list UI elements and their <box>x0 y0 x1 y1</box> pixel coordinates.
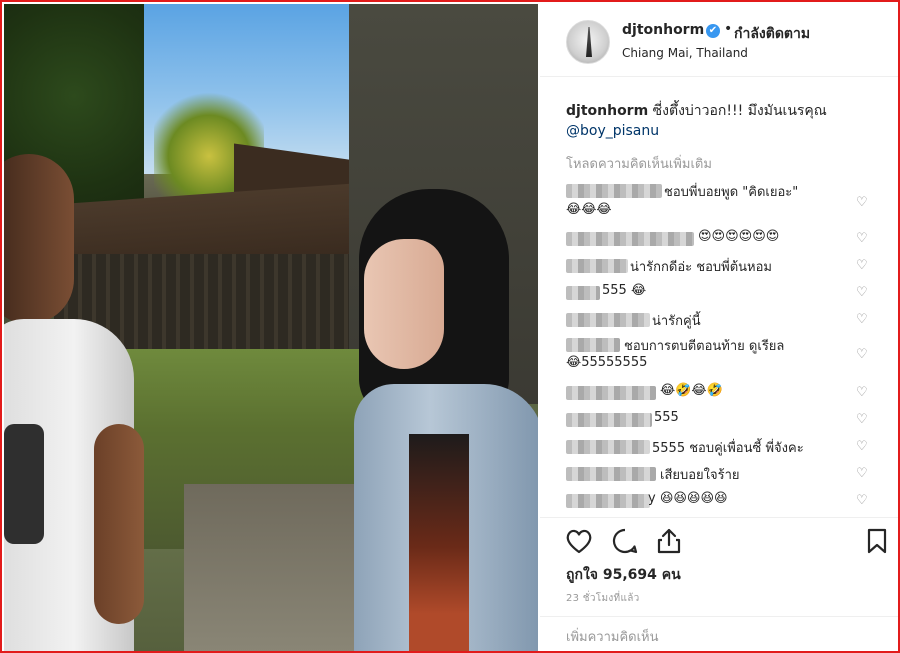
comment-row: น่ารักกดีอ่ะ ชอบพี่ต้นหอม ♡ <box>540 256 898 282</box>
comment-like-heart-icon[interactable]: ♡ <box>856 231 868 246</box>
comment-text: y 😆😆😆😆😆 <box>648 491 728 506</box>
comment-row: 555 😂 ♡ <box>540 283 898 309</box>
comment-row: 😂🤣😂🤣 ♡ <box>540 383 898 409</box>
comments-list[interactable]: djtonhorm ซี่งตึ้งบ่าวอก!!! มึงมันเนรคุณ… <box>540 77 898 517</box>
following-button[interactable]: กำลังติดตาม <box>734 23 810 45</box>
media-man-arm <box>94 424 144 624</box>
comment-like-heart-icon[interactable]: ♡ <box>856 493 868 508</box>
post-header: djtonhorm ✔ • กำลังติดตาม Chiang Mai, Th… <box>540 4 898 77</box>
comment-like-heart-icon[interactable]: ♡ <box>856 347 868 362</box>
comment-like-heart-icon[interactable]: ♡ <box>856 195 868 210</box>
comment-text: 😍😍😍😍😍😍 <box>698 229 780 244</box>
likes-count[interactable]: ถูกใจ 95,694 คน <box>566 564 681 586</box>
comment-row: 5555 ชอบคู่เพื่อนซี้ พี่จังคะ ♡ <box>540 437 898 463</box>
media-woman-face <box>364 239 444 369</box>
blurred-username <box>566 338 620 352</box>
screenshot-frame: djtonhorm ✔ • กำลังติดตาม Chiang Mai, Th… <box>0 0 900 653</box>
caption-mention[interactable]: @boy_pisanu <box>566 123 659 139</box>
add-comment-bar <box>540 616 898 651</box>
comment-text: ชอบการตบตีตอนท้าย ดูเรียล <box>624 339 785 354</box>
caption-text: ซี่งตึ้งบ่าวอก!!! มึงมันเนรคุณ <box>652 103 827 119</box>
blurred-username <box>566 232 694 246</box>
comment-row: 555 ♡ <box>540 410 898 436</box>
post-panel: djtonhorm ✔ • กำลังติดตาม Chiang Mai, Th… <box>540 4 898 651</box>
location-link[interactable]: Chiang Mai, Thailand <box>622 46 748 60</box>
caption-username[interactable]: djtonhorm <box>566 103 648 119</box>
post-timestamp[interactable]: 23 ชั่วโมงที่แล้ว <box>566 591 640 606</box>
post-caption: djtonhorm ซี่งตึ้งบ่าวอก!!! มึงมันเนรคุณ… <box>566 101 886 141</box>
blurred-username <box>566 467 656 481</box>
username-link[interactable]: djtonhorm <box>622 22 704 38</box>
comment-row: เสียบอยใจร้าย ♡ <box>540 464 898 490</box>
add-comment-input[interactable] <box>564 625 868 649</box>
bookmark-icon[interactable] <box>862 526 892 556</box>
eiffel-tower-icon <box>586 27 592 57</box>
blurred-username <box>566 413 652 427</box>
comment-row: 😍😍😍😍😍😍 ♡ <box>540 229 898 255</box>
blurred-username <box>566 313 650 327</box>
blurred-username <box>566 259 628 273</box>
comment-text: ชอบพี่บอยพูด "คิดเยอะ" <box>664 185 799 200</box>
media-woman-shirt <box>409 434 469 651</box>
share-icon[interactable] <box>654 526 684 556</box>
separator-dot: • <box>724 21 733 37</box>
action-bar <box>540 517 898 566</box>
comment-like-heart-icon[interactable]: ♡ <box>856 412 868 427</box>
comment-like-heart-icon[interactable]: ♡ <box>856 439 868 454</box>
comment-row: y 😆😆😆😆😆 ♡ <box>540 491 898 517</box>
comment-text: น่ารักกดีอ่ะ ชอบพี่ต้นหอม <box>630 260 773 275</box>
blurred-username <box>566 286 600 300</box>
comment-like-heart-icon[interactable]: ♡ <box>856 258 868 273</box>
blurred-username <box>566 494 650 508</box>
comment-text: 555 <box>654 410 679 425</box>
comment-text: 5555 ชอบคู่เพื่อนซี้ พี่จังคะ <box>652 441 804 456</box>
heart-icon[interactable] <box>564 526 594 556</box>
media-man-head <box>4 154 74 324</box>
media-man-shirt-print <box>4 424 44 544</box>
blurred-username <box>566 184 662 198</box>
comment-row: ชอบการตบตีตอนท้าย ดูเรียล 😂55555555 ♡ <box>540 335 898 379</box>
load-more-comments-button[interactable]: โหลดความคิดเห็นเพิ่มเติม <box>566 153 712 174</box>
comment-text: เสียบอยใจร้าย <box>660 468 740 483</box>
post-media[interactable] <box>4 4 538 651</box>
comment-like-heart-icon[interactable]: ♡ <box>856 385 868 400</box>
avatar[interactable] <box>566 20 610 64</box>
comment-row: น่ารักคู่นี้ ♡ <box>540 310 898 336</box>
comment-text: น่ารักคู่นี้ <box>652 314 701 329</box>
comment-like-heart-icon[interactable]: ♡ <box>856 312 868 327</box>
comment-text-line2: 😂😂😂 <box>566 202 612 217</box>
blurred-username <box>566 440 650 454</box>
verified-badge-icon: ✔ <box>706 24 720 38</box>
comment-like-heart-icon[interactable]: ♡ <box>856 466 868 481</box>
comment-text-line2: 😂55555555 <box>566 355 648 370</box>
blurred-username <box>566 386 656 400</box>
comment-text: 😂🤣😂🤣 <box>660 383 723 398</box>
comment-icon[interactable] <box>610 526 640 556</box>
comment-text: 555 😂 <box>602 283 647 298</box>
comment-row: ชอบพี่บอยพูด "คิดเยอะ" 😂😂😂 ♡ <box>540 181 898 225</box>
comment-like-heart-icon[interactable]: ♡ <box>856 285 868 300</box>
